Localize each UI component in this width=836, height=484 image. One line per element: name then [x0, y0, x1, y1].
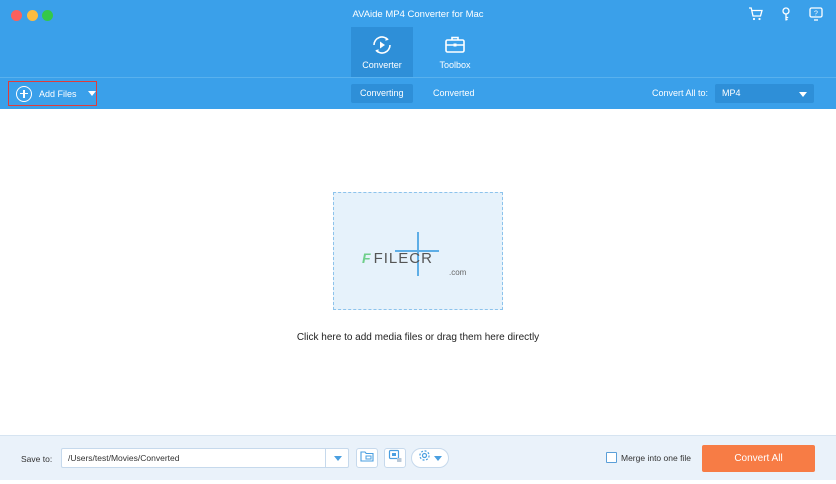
merge-label: Merge into one file — [621, 452, 691, 463]
output-format-value: MP4 — [722, 88, 741, 98]
chevron-down-icon — [799, 92, 807, 97]
watermark-name: FILECR — [373, 250, 433, 267]
file-list-area: F FILECR .com Click here to add media fi… — [0, 109, 836, 435]
top-right-icons: ? — [748, 6, 824, 22]
convert-all-to-label: Convert All to: — [652, 88, 709, 98]
save-to-label: Save to: — [21, 454, 53, 464]
add-files-label: Add Files — [39, 88, 77, 99]
window-title: AVAide MP4 Converter for Mac — [352, 9, 484, 20]
drop-hint-text[interactable]: Click here to add media files or drag th… — [0, 332, 836, 343]
watermark-suffix: .com — [449, 268, 467, 277]
settings-button[interactable] — [411, 448, 449, 468]
merge-into-one-file-toggle[interactable]: Merge into one file — [606, 452, 691, 463]
watermark-logo: F FILECR .com — [362, 250, 466, 277]
cart-icon[interactable] — [748, 6, 764, 22]
chevron-down-icon — [434, 449, 442, 467]
merge-checkbox[interactable] — [606, 452, 617, 463]
hardware-acceleration-button[interactable] — [384, 448, 406, 468]
tab-converter[interactable]: Converter — [351, 27, 413, 77]
svg-text:?: ? — [814, 11, 818, 18]
convert-all-button[interactable]: Convert All — [702, 445, 815, 472]
output-format-select[interactable]: MP4 — [715, 84, 814, 103]
save-path-dropdown-icon[interactable] — [325, 449, 348, 467]
tab-converted[interactable]: Converted — [424, 84, 484, 103]
converter-toolbar: Add Files Converting Converted Convert A… — [0, 77, 836, 109]
gpu-icon — [388, 449, 402, 468]
add-files-dropdown-icon[interactable] — [87, 91, 96, 96]
bottom-bar: Save to: Merge into one file Convert All — [0, 435, 836, 480]
folder-icon — [360, 449, 374, 467]
tab-converting[interactable]: Converting — [351, 84, 413, 103]
title-bar: AVAide MP4 Converter for Mac ? Converter… — [0, 0, 836, 77]
watermark-mark: F — [362, 250, 371, 266]
add-circle-icon — [16, 85, 32, 102]
toolbox-icon — [443, 34, 467, 56]
help-icon[interactable]: ? — [808, 6, 824, 22]
add-files-dropzone[interactable]: F FILECR .com — [333, 192, 503, 310]
save-path-input[interactable] — [61, 448, 349, 468]
gear-icon — [418, 449, 431, 467]
add-files-button[interactable]: Add Files — [8, 81, 97, 106]
open-folder-button[interactable] — [356, 448, 378, 468]
converter-icon — [370, 34, 394, 56]
key-icon[interactable] — [778, 6, 794, 22]
tab-converter-label: Converter — [362, 60, 402, 70]
tab-toolbox[interactable]: Toolbox — [424, 27, 486, 77]
tab-toolbox-label: Toolbox — [439, 60, 471, 70]
